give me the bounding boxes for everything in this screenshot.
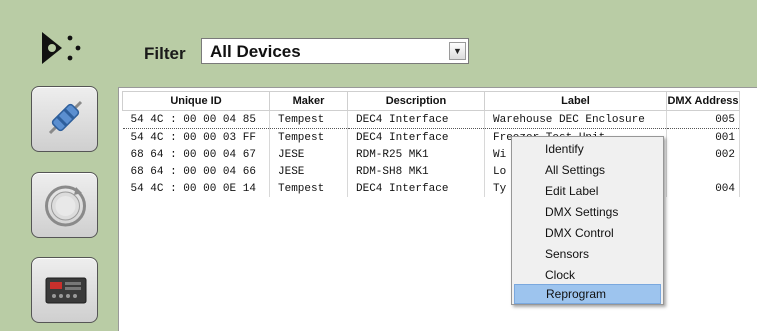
cell-dmx-address — [666, 163, 740, 180]
cell-dmx-address: 004 — [666, 180, 740, 197]
table-header: Unique ID Maker Description Label DMX Ad… — [122, 91, 740, 111]
menu-item-sensors[interactable]: Sensors — [514, 244, 661, 264]
table-row[interactable]: 54 4C : 00 00 04 85 Tempest DEC4 Interfa… — [122, 110, 740, 129]
cell-description: RDM-R25 MK1 — [347, 146, 485, 163]
menu-item-reprogram[interactable]: Reprogram — [514, 284, 661, 304]
cell-description: RDM-SH8 MK1 — [347, 163, 485, 180]
cell-maker: JESE — [269, 163, 348, 180]
column-header-description[interactable]: Description — [347, 91, 485, 111]
menu-item-dmx-settings[interactable]: DMX Settings — [514, 202, 661, 222]
refresh-icon — [45, 185, 86, 227]
menu-item-clock[interactable]: Clock — [514, 265, 661, 285]
cell-description: DEC4 Interface — [347, 180, 485, 197]
column-header-maker[interactable]: Maker — [269, 91, 348, 111]
column-header-label[interactable]: Label — [484, 91, 667, 111]
cell-label: Warehouse DEC Enclosure — [484, 110, 667, 129]
filter-dropdown[interactable]: All Devices ▼ — [201, 38, 469, 64]
filter-label: Filter — [144, 44, 186, 63]
context-menu: Identify All Settings Edit Label DMX Set… — [511, 136, 664, 305]
cell-maker: Tempest — [269, 180, 348, 197]
cell-maker: Tempest — [269, 128, 348, 146]
menu-item-dmx-control[interactable]: DMX Control — [514, 223, 661, 243]
column-header-dmx-address[interactable]: DMX Address — [666, 91, 740, 111]
refresh-button[interactable] — [31, 172, 98, 238]
cell-unique-id: 54 4C : 00 00 04 85 — [122, 110, 270, 129]
cell-description: DEC4 Interface — [347, 110, 485, 129]
menu-item-all-settings[interactable]: All Settings — [514, 160, 661, 180]
menu-item-identify[interactable]: Identify — [514, 139, 661, 159]
menu-item-edit-label[interactable]: Edit Label — [514, 181, 661, 201]
cell-unique-id: 68 64 : 00 00 04 67 — [122, 146, 270, 163]
cell-unique-id: 68 64 : 00 00 04 66 — [122, 163, 270, 180]
chevron-down-icon[interactable]: ▼ — [449, 42, 466, 60]
cell-dmx-address: 002 — [666, 146, 740, 163]
cell-unique-id: 54 4C : 00 00 03 FF — [122, 128, 270, 146]
app-logo — [40, 30, 92, 70]
cell-maker: Tempest — [269, 110, 348, 129]
cell-maker: JESE — [269, 146, 348, 163]
cell-description: DEC4 Interface — [347, 128, 485, 146]
device-button[interactable] — [31, 257, 98, 323]
filter-selected-value: All Devices — [210, 42, 301, 61]
cell-dmx-address: 001 — [666, 128, 740, 146]
cell-unique-id: 54 4C : 00 00 0E 14 — [122, 180, 270, 197]
cell-dmx-address: 005 — [666, 110, 740, 129]
fuse-button[interactable] — [31, 86, 98, 152]
fuse-icon — [48, 100, 83, 135]
column-header-unique-id[interactable]: Unique ID — [122, 91, 270, 111]
device-icon — [45, 277, 87, 304]
